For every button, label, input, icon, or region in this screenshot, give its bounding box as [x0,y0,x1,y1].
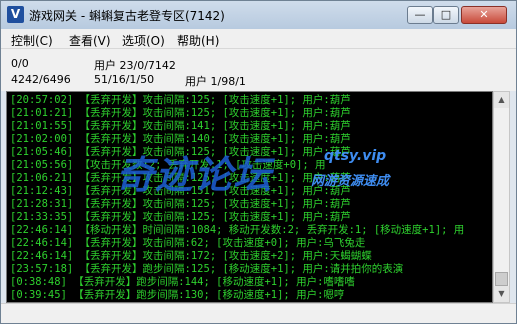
log-line: [22:46:14] 【丢弃开发】攻击间隔:172; [攻击速度+2]; 用户:… [10,250,372,262]
info-users-total: 用户 23/0/7142 [94,59,176,72]
log-line: [22:46:14] 【移动开发】时间间隔:1084; 移动开发数:2; 丢弃开… [10,224,465,236]
title-bar[interactable]: V 游戏网关 - 蝌蝌复古老登专区(7142) — □ ✕ [1,1,516,29]
log-line: [21:05:56] 【攻击开发数:2; 丢弃开发:1; [攻击速度+0]; 用 [10,159,326,171]
info-counter-2: 4242/6496 [11,73,71,86]
status-bar [1,303,516,323]
menu-options[interactable]: 选项(O) [122,32,165,49]
log-line: [23:57:18] 【丢弃开发】跑步间隔:125; [移动速度+1]; 用户:… [10,263,404,275]
minimize-icon: — [414,8,426,21]
log-line: [0:39:45] 【丢弃开发】跑步间隔:130; [移动速度+1]; 用户:嗯… [10,289,345,301]
maximize-icon: □ [440,8,452,21]
log-line: [20:57:02] 【丢弃开发】攻击间隔:125; [攻击速度+1]; 用户:… [10,94,351,106]
log-line: [21:01:55] 【丢弃开发】攻击间隔:141; [攻击速度+1]; 用户:… [10,120,351,132]
minimize-button[interactable]: — [407,6,433,24]
status-info-panel: 0/0 用户 23/0/7142 4242/6496 51/16/1/50 用户… [1,49,516,91]
scroll-up-icon[interactable]: ▲ [494,92,509,108]
log-line: [21:12:43] 【丢弃开发】攻击间隔:151; [攻击速度+1]; 用户:… [10,185,351,197]
scrollbar-thumb[interactable] [495,272,508,286]
info-stats: 51/16/1/50 [94,73,155,86]
log-line: [21:02:00] 【丢弃开发】攻击间隔:140; [攻击速度+1]; 用户:… [10,133,351,145]
log-line: [0:38:48] 【丢弃开发】跑步间隔:144; [移动速度+1]; 用户:嗜… [10,276,355,288]
maximize-button[interactable]: □ [433,6,459,24]
app-icon[interactable]: V [7,6,24,23]
info-users-online: 用户 1/98/1 [185,75,246,88]
log-line: [22:46:14] 【丢弃开发】攻击间隔:62; [攻击速度+0]; 用户:乌… [10,237,366,249]
log-line: [21:33:35] 【丢弃开发】攻击间隔:125; [攻击速度+1]; 用户:… [10,211,351,223]
log-console[interactable]: [20:57:02] 【丢弃开发】攻击间隔:125; [攻击速度+1]; 用户:… [6,91,493,303]
vertical-scrollbar[interactable]: ▲ ▼ [493,91,510,303]
menu-view[interactable]: 查看(V) [69,32,111,49]
menu-control[interactable]: 控制(C) [11,32,53,49]
info-counter-1: 0/0 [11,57,29,70]
menu-help[interactable]: 帮助(H) [177,32,219,49]
log-line: [21:05:46] 【丢弃开发】攻击间隔:125; [攻击速度+1]; 用户:… [10,146,351,158]
close-icon: ✕ [479,8,489,21]
app-window: V 游戏网关 - 蝌蝌复古老登专区(7142) — □ ✕ 控制(C) 查看(V… [0,0,517,324]
log-line: [21:06:21] 【丢弃开发】攻击间隔:125; [攻击速度+1]; 用户:… [10,172,351,184]
log-line: [21:01:21] 【丢弃开发】攻击间隔:125; [攻击速度+1]; 用户:… [10,107,351,119]
close-button[interactable]: ✕ [461,6,507,24]
menu-bar: 控制(C) 查看(V) 选项(O) 帮助(H) [1,29,516,49]
scroll-down-icon[interactable]: ▼ [494,286,509,302]
window-title: 游戏网关 - 蝌蝌复古老登专区(7142) [29,9,225,23]
log-line: [21:28:31] 【丢弃开发】攻击间隔:125; [攻击速度+1]; 用户:… [10,198,351,210]
